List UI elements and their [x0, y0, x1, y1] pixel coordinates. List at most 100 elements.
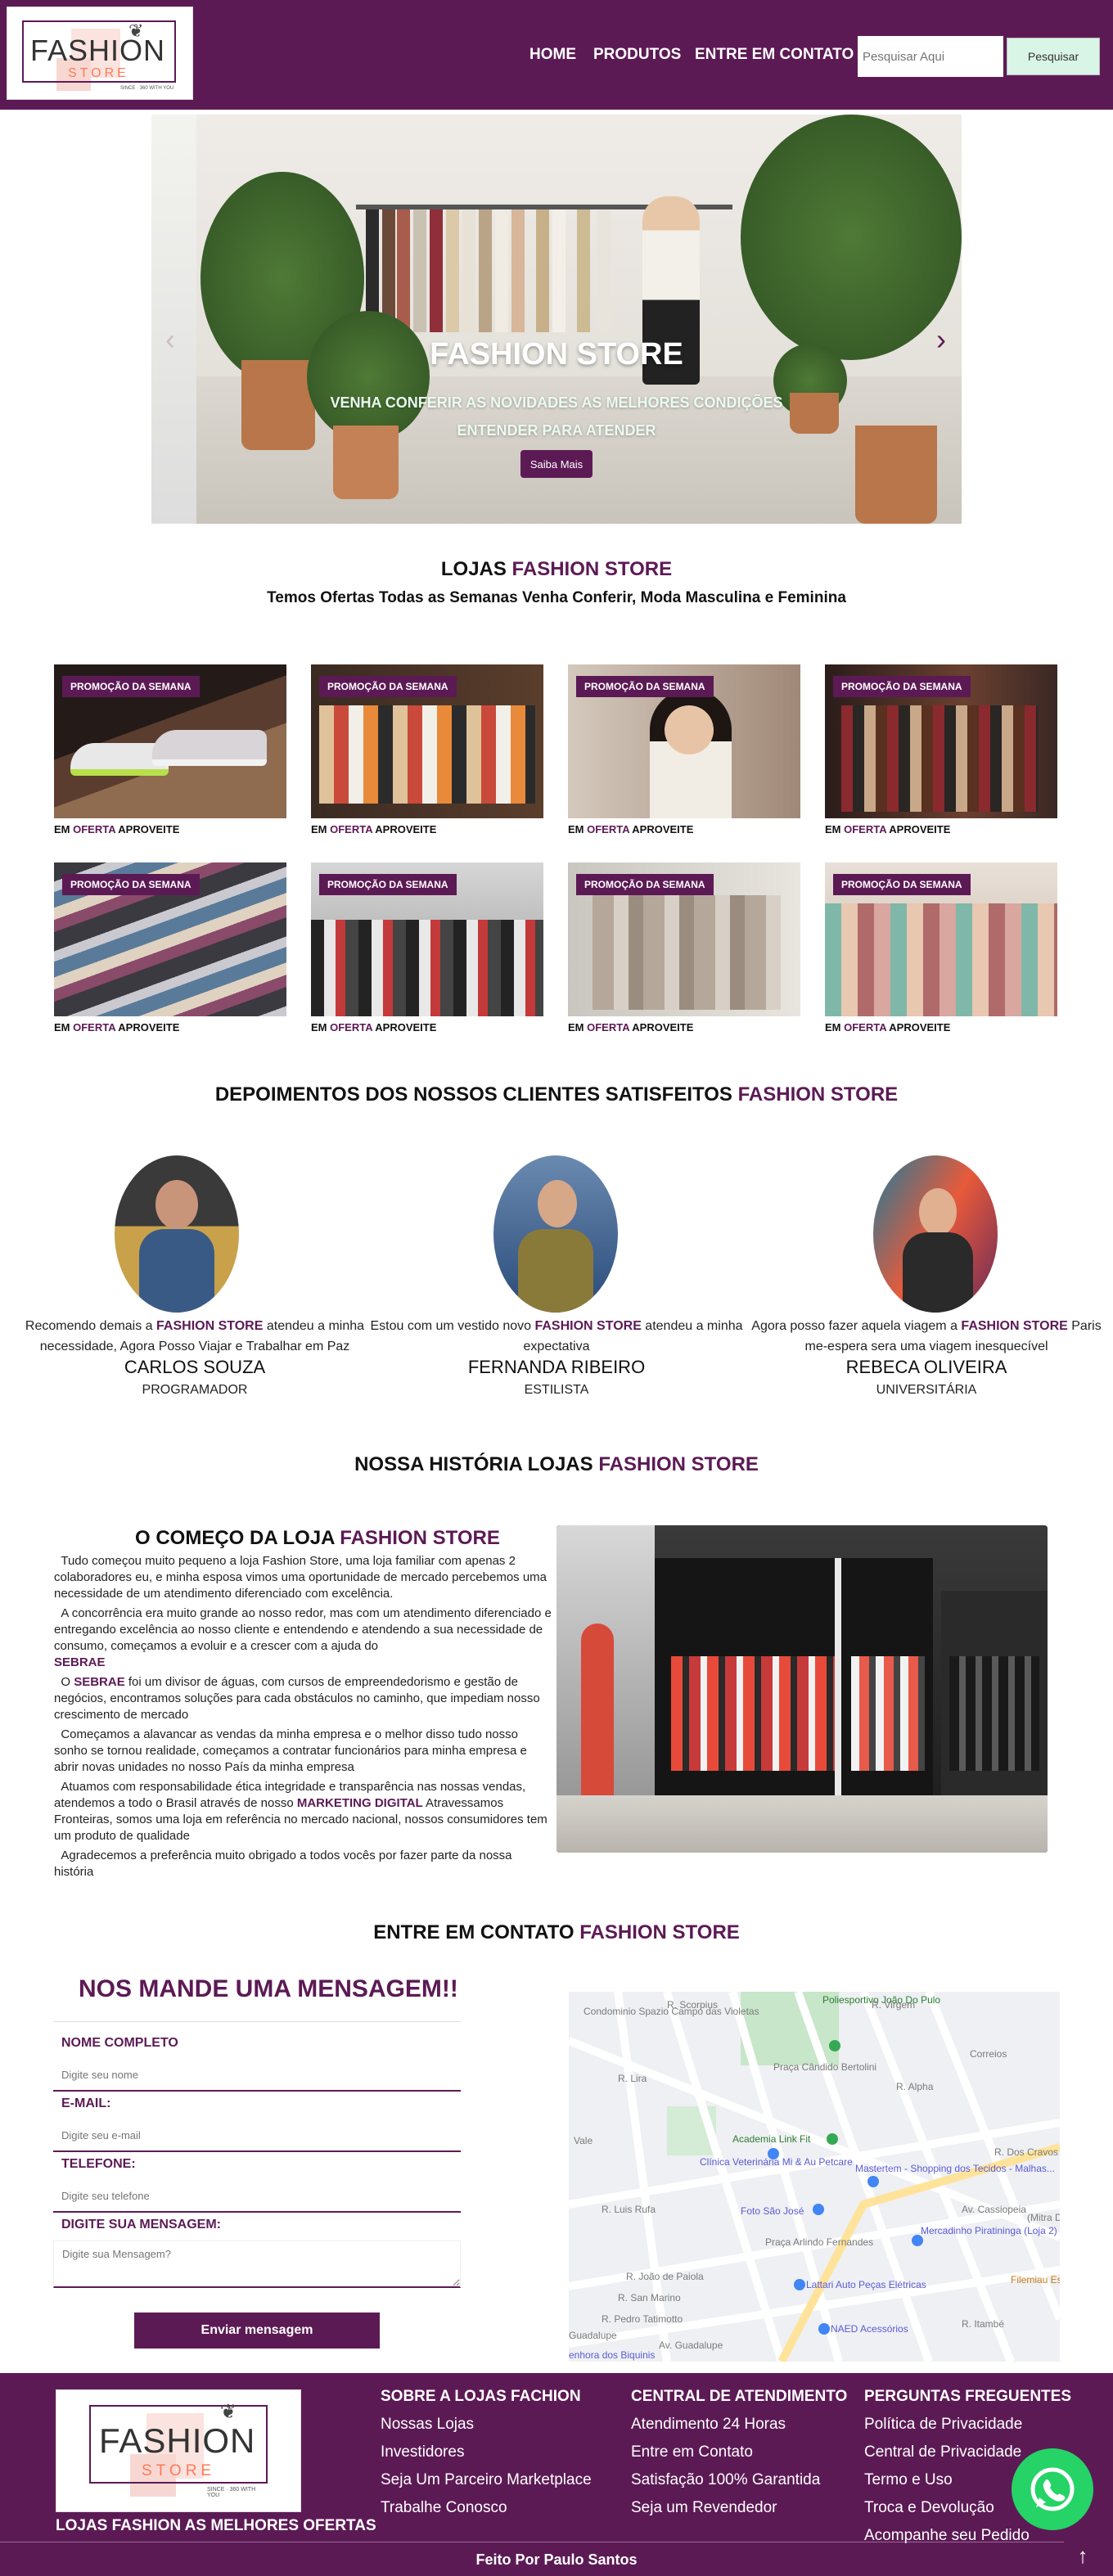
map-label: Vale	[574, 2135, 593, 2146]
map-label: Av. Guadalupe	[659, 2340, 723, 2351]
map-label: R. Pedro Tatimotto	[602, 2313, 683, 2325]
name-field[interactable]	[53, 2059, 461, 2092]
map-label: R. Lira	[618, 2073, 647, 2084]
map-label: R. San Marino	[618, 2292, 681, 2304]
footer-link[interactable]: Seja um Revendedor	[631, 2499, 777, 2517]
footer-link[interactable]: Seja Um Parceiro Marketplace	[381, 2471, 592, 2489]
testimonial-role: UNIVERSITÁRIA	[876, 1383, 977, 1397]
arrow-up-icon[interactable]: ↑	[1064, 2537, 1102, 2574]
testimonial-name: CARLOS SOUZA	[124, 1357, 266, 1377]
depoimentos-title: DEPOIMENTOS DOS NOSSOS CLIENTES SATISFEI…	[214, 1083, 899, 1106]
promo-caption: EM OFERTA APROVEITE	[825, 823, 951, 835]
promo-badge: PROMOÇÃO DA SEMANA	[319, 676, 457, 697]
map-label: Praça Cândido Bertolini	[773, 2061, 876, 2073]
nav-contato[interactable]: ENTRE EM CONTATO	[695, 46, 854, 64]
map[interactable]: Condominio Spazio Campo das Violetas Pol…	[569, 1992, 1060, 2362]
footer-link[interactable]: Termo e Uso	[864, 2471, 953, 2489]
phone-field[interactable]	[53, 2180, 461, 2213]
message-field[interactable]	[53, 2240, 461, 2288]
map-label: R. Alpha	[896, 2081, 934, 2092]
footer-logo-caption: LOJAS FASHION AS MELHORES OFERTAS	[56, 2517, 376, 2534]
email-field[interactable]	[53, 2119, 461, 2152]
footer-credit: Feito Por Paulo Santos	[475, 2551, 638, 2568]
footer-logo[interactable]: ❦ FASHION STORE SINCE · 360 WITH YOU	[56, 2389, 301, 2512]
search-button[interactable]: Pesquisar	[1007, 38, 1100, 75]
leaf-icon: ❦	[220, 2401, 237, 2423]
map-label: (Mitra D	[1027, 2212, 1060, 2223]
avatar	[493, 1155, 618, 1313]
map-canvas: Condominio Spazio Campo das Violetas Pol…	[569, 1992, 1060, 2362]
testimonial-text: Agora posso fazer aquela viagem a FASHIO…	[751, 1319, 1102, 1353]
testimonial-text: Estou com um vestido novo FASHION STORE …	[370, 1319, 743, 1353]
testimonial-text: Recomendo demais a FASHION STORE atendeu…	[25, 1319, 365, 1353]
nav-home[interactable]: HOME	[529, 46, 576, 64]
promo-badge: PROMOÇÃO DA SEMANA	[62, 874, 200, 895]
map-label: Mercadinho Piratininga (Loja 2)	[921, 2225, 1057, 2236]
field-label-email: E-MAIL:	[61, 2096, 111, 2110]
testimonial-name: FERNANDA RIBEIRO	[467, 1357, 646, 1377]
promo-badge: PROMOÇÃO DA SEMANA	[62, 676, 200, 697]
send-message-button[interactable]: Enviar mensagem	[134, 2313, 380, 2349]
map-label: Guadalupe	[569, 2330, 617, 2341]
promo-caption: EM OFERTA APROVEITE	[54, 823, 180, 835]
chevron-right-icon[interactable]: ›	[929, 323, 953, 356]
promo-caption: EM OFERTA APROVEITE	[311, 823, 437, 835]
hero-carousel: FASHION STORE VENHA CONFERIR AS NOVIDADE…	[151, 115, 962, 524]
promo-badge: PROMOÇÃO DA SEMANA	[576, 874, 714, 895]
chevron-left-icon[interactable]: ‹	[158, 323, 182, 356]
footer-logo-tagline: SINCE · 360 WITH YOU	[207, 2487, 256, 2498]
search-input[interactable]	[858, 36, 1003, 77]
field-label-message: DIGITE SUA MENSAGEM:	[61, 2218, 221, 2231]
map-label: R. Luis Rufa	[602, 2204, 656, 2215]
promo-caption: EM OFERTA APROVEITE	[54, 1021, 180, 1034]
lojas-subtitle: Temos Ofertas Todas as Semanas Venha Con…	[267, 589, 846, 606]
promo-badge: PROMOÇÃO DA SEMANA	[576, 676, 714, 697]
footer-link[interactable]: Central de Privacidade	[864, 2443, 1021, 2461]
field-label-name: NOME COMPLETO	[61, 2036, 178, 2050]
footer-link[interactable]: Investidores	[381, 2443, 464, 2461]
footer-link[interactable]: Satisfação 100% Garantida	[631, 2471, 820, 2489]
footer-link[interactable]: Trabalhe Conosco	[381, 2499, 507, 2517]
testimonial-role: ESTILISTA	[524, 1383, 589, 1397]
promo-badge: PROMOÇÃO DA SEMANA	[319, 874, 457, 895]
hero-title: FASHION STORE	[430, 337, 683, 372]
form-title: NOS MANDE UMA MENSAGEM!!	[79, 1975, 458, 2002]
map-label: R. Itambé	[962, 2318, 1004, 2330]
hero-line1: VENHA CONFERIR AS NOVIDADES AS MELHORES …	[330, 394, 783, 411]
map-label: R. João de Paiola	[626, 2271, 704, 2282]
footer-link[interactable]: Troca e Devolução	[864, 2499, 994, 2517]
whatsapp-button[interactable]	[1012, 2448, 1093, 2530]
footer-logo-word-fashion: FASHION	[99, 2421, 256, 2460]
testimonial-role: PROGRAMADOR	[142, 1383, 248, 1397]
logo[interactable]: ❦ FASHION STORE SINCE · 360 WITH YOU	[7, 7, 193, 100]
field-label-phone: TELEFONE:	[61, 2157, 136, 2171]
promo-caption: EM OFERTA APROVEITE	[568, 1021, 694, 1034]
footer-link[interactable]: Atendimento 24 Horas	[631, 2416, 786, 2434]
whatsapp-icon	[1030, 2467, 1075, 2511]
footer-col2-head: CENTRAL DE ATENDIMENTO	[631, 2388, 848, 2405]
footer-col3-head: PERGUNTAS FREGUENTES	[864, 2388, 1072, 2405]
map-label: R. Virgem	[872, 1999, 915, 2011]
map-label: NAED Acessórios	[831, 2323, 908, 2335]
promo-caption: EM OFERTA APROVEITE	[568, 823, 694, 835]
map-label: R. Scorpius	[667, 1999, 718, 2011]
lojas-title: LOJAS FASHION STORE	[440, 558, 673, 580]
historia-text: Tudo começou muito pequeno a loja Fashio…	[54, 1554, 552, 1879]
site-footer: ❦ FASHION STORE SINCE · 360 WITH YOU LOJ…	[0, 2373, 1113, 2576]
footer-col1-head: SOBRE A LOJAS FACHION	[381, 2388, 581, 2405]
map-label: Praça Arlindo Fernandes	[765, 2236, 873, 2248]
map-label: Academia Link Fit	[732, 2133, 811, 2145]
footer-link[interactable]: Entre em Contato	[631, 2443, 753, 2461]
nav-produtos[interactable]: PRODUTOS	[593, 46, 681, 64]
saiba-mais-button[interactable]: Saiba Mais	[520, 450, 593, 478]
footer-link[interactable]: Nossas Lojas	[381, 2416, 474, 2434]
historia-title: NOSSA HISTÓRIA LOJAS FASHION STORE	[354, 1453, 759, 1475]
testimonial-name: REBECA OLIVEIRA	[845, 1357, 1007, 1377]
hero-line2: ENTENDER PARA ATENDER	[457, 422, 656, 439]
footer-logo-word-store: STORE	[142, 2462, 216, 2479]
map-label: enhora dos Biquinis	[569, 2349, 655, 2361]
map-label: Av. Cassiopeia	[962, 2204, 1026, 2215]
promo-badge: PROMOÇÃO DA SEMANA	[833, 874, 971, 895]
logo-word-store: STORE	[68, 66, 129, 80]
footer-link[interactable]: Política de Privacidade	[864, 2416, 1022, 2434]
